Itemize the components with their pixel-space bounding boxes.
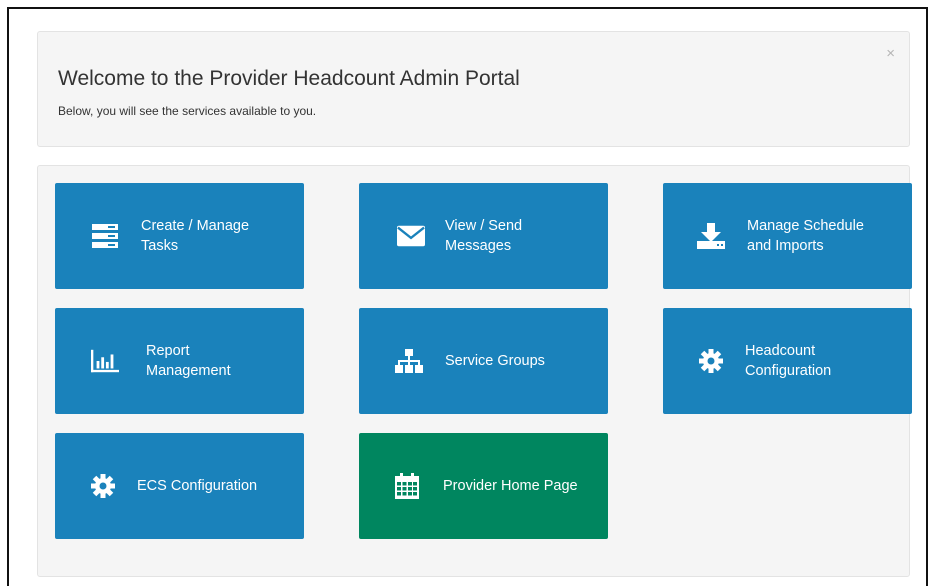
welcome-subtitle: Below, you will see the services availab… [58,104,317,118]
page-title: Welcome to the Provider Headcount Admin … [58,67,520,90]
manage-schedule-imports-tile[interactable]: Manage Schedule and Imports [663,183,912,289]
tile-label: Provider Home Page [443,478,578,494]
view-send-messages-tile[interactable]: View / Send Messages [359,183,608,289]
services-panel: Create / Manage Tasks View / Send Messag… [37,165,912,577]
gear-icon [697,347,725,375]
service-groups-tile[interactable]: Service Groups [359,308,608,414]
tile-label: Report Management [146,343,231,379]
sitemap-icon [395,347,423,375]
tile-label: Headcount Configuration [745,343,832,379]
tile-label: Service Groups [445,353,545,369]
provider-home-page-tile[interactable]: Provider Home Page [359,433,608,539]
server-stack-icon [91,222,119,250]
tile-label: Create / Manage Tasks [141,218,250,254]
tile-label: View / Send Messages [445,218,523,254]
gear-icon [89,472,117,500]
close-icon[interactable]: × [886,46,895,61]
report-management-tile[interactable]: Report Management [55,308,304,414]
tile-label: ECS Configuration [137,478,258,494]
bar-chart-icon [91,347,119,375]
welcome-panel: Welcome to the Provider Headcount Admin … [37,31,910,147]
browser-frame: Welcome to the Provider Headcount Admin … [7,7,928,586]
tile-label: Manage Schedule and Imports [747,218,864,254]
ecs-configuration-tile[interactable]: ECS Configuration [55,433,304,539]
envelope-icon [397,222,425,250]
headcount-configuration-tile[interactable]: Headcount Configuration [663,308,912,414]
download-icon [697,222,725,250]
calendar-icon [393,472,421,500]
create-manage-tasks-tile[interactable]: Create / Manage Tasks [55,183,304,289]
